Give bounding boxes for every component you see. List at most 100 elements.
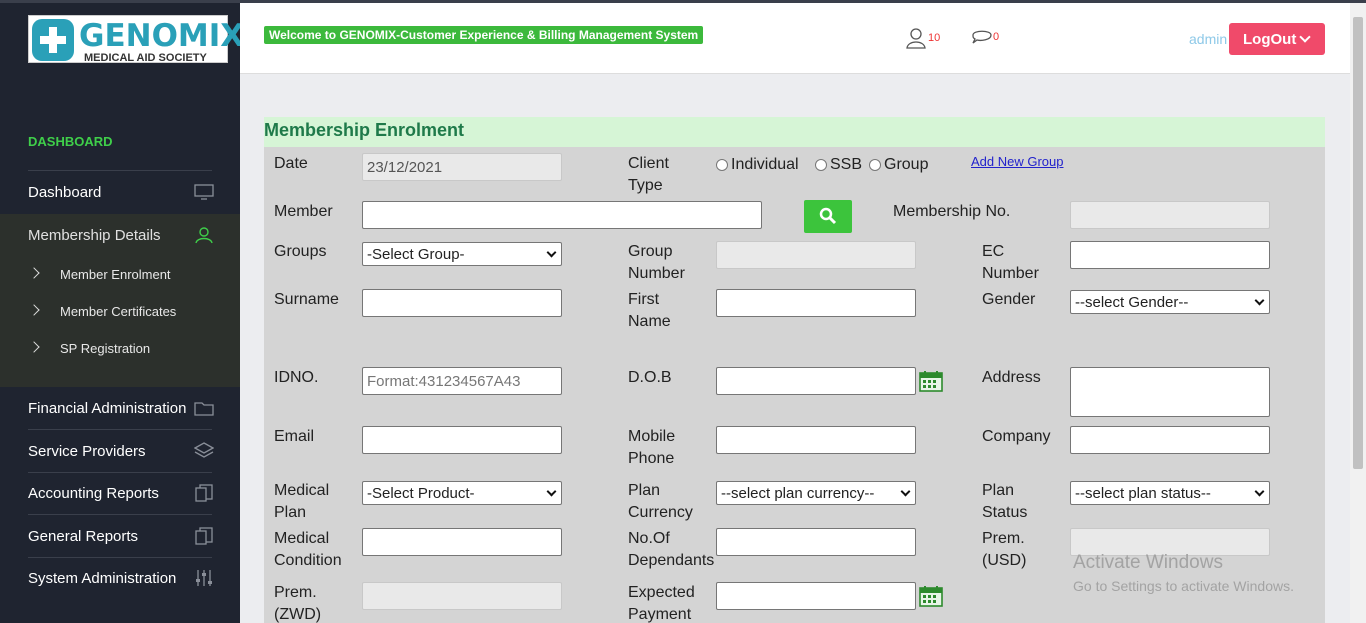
plan-currency-select[interactable]: --select plan currency--: [716, 481, 916, 505]
sidebar-subitem-member-certificates[interactable]: Member Certificates: [0, 293, 240, 329]
vertical-scrollbar[interactable]: [1350, 3, 1366, 623]
sidebar-subitem-label: Member Enrolment: [60, 266, 171, 282]
dependants-input[interactable]: [716, 528, 916, 556]
radio-label: SSB: [830, 156, 863, 173]
groups-select-value: -Select Group-: [367, 245, 465, 263]
chevron-right-icon: [28, 341, 40, 353]
dob-label: D.O.B: [628, 369, 672, 386]
monitor-icon: [194, 184, 214, 200]
welcome-banner: Welcome to GENOMIX-Customer Experience &…: [264, 26, 704, 44]
radio-circle: [716, 159, 728, 171]
search-icon: [819, 207, 837, 225]
gender-select[interactable]: --select Gender--: [1070, 290, 1270, 314]
client-type-individual-radio[interactable]: Individual: [716, 156, 799, 174]
company-label: Company: [982, 428, 1051, 445]
add-new-group-link[interactable]: Add New Group: [971, 154, 1064, 169]
expected-payment-input[interactable]: [716, 582, 916, 610]
chevron-right-icon: [28, 267, 40, 279]
sidebar-item-label: Service Providers: [28, 442, 146, 460]
email-input[interactable]: [362, 426, 562, 454]
membership-no-label: Membership No.: [893, 203, 1011, 220]
watermark-title: Activate Windows: [1073, 552, 1223, 573]
medical-plan-select[interactable]: -Select Product-: [362, 481, 562, 505]
client-type-ssb-radio[interactable]: SSB: [815, 156, 862, 174]
windows-activation-watermark: Activate Windows Go to Settings to activ…: [1073, 552, 1294, 594]
user-icon: [195, 227, 213, 244]
sidebar-item-label: System Administration: [28, 569, 177, 587]
date-field[interactable]: 23/12/2021: [362, 153, 562, 181]
first-name-input[interactable]: [716, 289, 916, 317]
company-input[interactable]: [1070, 426, 1270, 454]
sidebar-section-title: DASHBOARD: [28, 134, 113, 149]
groups-label: Groups: [274, 243, 327, 260]
prem-usd-label: Prem. (USD): [982, 530, 1027, 569]
chevron-down-icon: [1299, 31, 1311, 43]
sidebar-item-service-providers[interactable]: Service Providers: [0, 430, 240, 472]
messages-notification[interactable]: 0: [971, 27, 999, 47]
plan-status-select-value: --select plan status--: [1075, 484, 1211, 502]
date-label: Date: [274, 155, 308, 172]
sidebar-item-label: Financial Administration: [28, 399, 187, 417]
radio-circle: [815, 159, 827, 171]
medical-condition-input[interactable]: [362, 528, 562, 556]
plan-currency-select-value: --select plan currency--: [721, 484, 875, 502]
sidebar: GENOMIX MEDICAL AID SOCIETY DASHBOARD Da…: [0, 3, 244, 623]
group-number-field: [716, 241, 916, 269]
membership-no-field: [1070, 201, 1270, 229]
idno-input[interactable]: Format:431234567A43: [362, 367, 562, 395]
form-title-bar: Membership Enrolment: [264, 117, 1325, 147]
sidebar-item-general-reports[interactable]: General Reports: [0, 515, 240, 557]
watermark-subtitle: Go to Settings to activate Windows.: [1073, 578, 1294, 594]
logout-button[interactable]: LogOut: [1229, 23, 1325, 55]
member-label: Member: [274, 203, 333, 220]
sidebar-item-label: Membership Details: [28, 226, 161, 244]
dependants-label: No.Of Dependants: [628, 530, 715, 569]
address-label: Address: [982, 369, 1041, 386]
copy-icon: [195, 484, 213, 502]
sidebar-subitem-label: SP Registration: [60, 340, 151, 356]
chevron-down-icon: [900, 486, 911, 497]
address-textarea[interactable]: [1070, 367, 1270, 417]
sidebar-item-membership-details[interactable]: Membership Details: [0, 214, 240, 256]
dob-input[interactable]: [716, 367, 916, 395]
user-outline-icon: [906, 28, 926, 49]
sidebar-subitem-member-enrolment[interactable]: Member Enrolment: [0, 256, 240, 292]
ec-number-input[interactable]: [1070, 241, 1270, 269]
client-type-group-radio[interactable]: Group: [869, 156, 928, 174]
member-search-input[interactable]: [362, 201, 762, 229]
sidebar-item-dashboard[interactable]: Dashboard: [0, 171, 240, 213]
calendar-icon[interactable]: [919, 370, 943, 392]
medical-plan-label: Medical Plan: [274, 482, 330, 521]
sidebar-item-system-administration[interactable]: System Administration: [0, 557, 240, 599]
sidebar-item-accounting-reports[interactable]: Accounting Reports: [0, 472, 240, 514]
gender-label: Gender: [982, 291, 1036, 308]
copy-icon: [195, 527, 213, 545]
radio-circle: [869, 159, 881, 171]
surname-input[interactable]: [362, 289, 562, 317]
scrollbar-thumb[interactable]: [1353, 17, 1363, 469]
sidebar-item-label: General Reports: [28, 527, 139, 545]
chevron-down-icon: [546, 486, 557, 497]
sidebar-item-label: Accounting Reports: [28, 484, 159, 502]
prem-zwd-label: Prem. (ZWD): [274, 584, 322, 623]
logo[interactable]: GENOMIX MEDICAL AID SOCIETY: [28, 15, 244, 64]
sidebar-subitem-sp-registration[interactable]: SP Registration: [0, 330, 240, 366]
chevron-down-icon: [1254, 295, 1265, 306]
plan-status-select[interactable]: --select plan status--: [1070, 481, 1270, 505]
users-notification[interactable]: 10: [906, 27, 940, 49]
client-type-label: Client Type: [628, 155, 669, 194]
surname-label: Surname: [274, 291, 339, 308]
medical-cross-icon: [32, 19, 74, 61]
page-title: Membership Enrolment: [264, 120, 465, 140]
mobile-phone-input[interactable]: [716, 426, 916, 454]
member-search-button[interactable]: [804, 200, 852, 233]
calendar-icon[interactable]: [919, 585, 943, 607]
email-label: Email: [274, 428, 315, 445]
chevron-down-icon: [546, 247, 557, 258]
groups-select[interactable]: -Select Group-: [362, 242, 562, 266]
folder-icon: [194, 402, 214, 416]
current-user[interactable]: admin: [1189, 31, 1227, 47]
prem-zwd-field: [362, 582, 562, 610]
sidebar-item-label: Dashboard: [28, 183, 102, 201]
sidebar-item-financial-administration[interactable]: Financial Administration: [0, 387, 240, 429]
